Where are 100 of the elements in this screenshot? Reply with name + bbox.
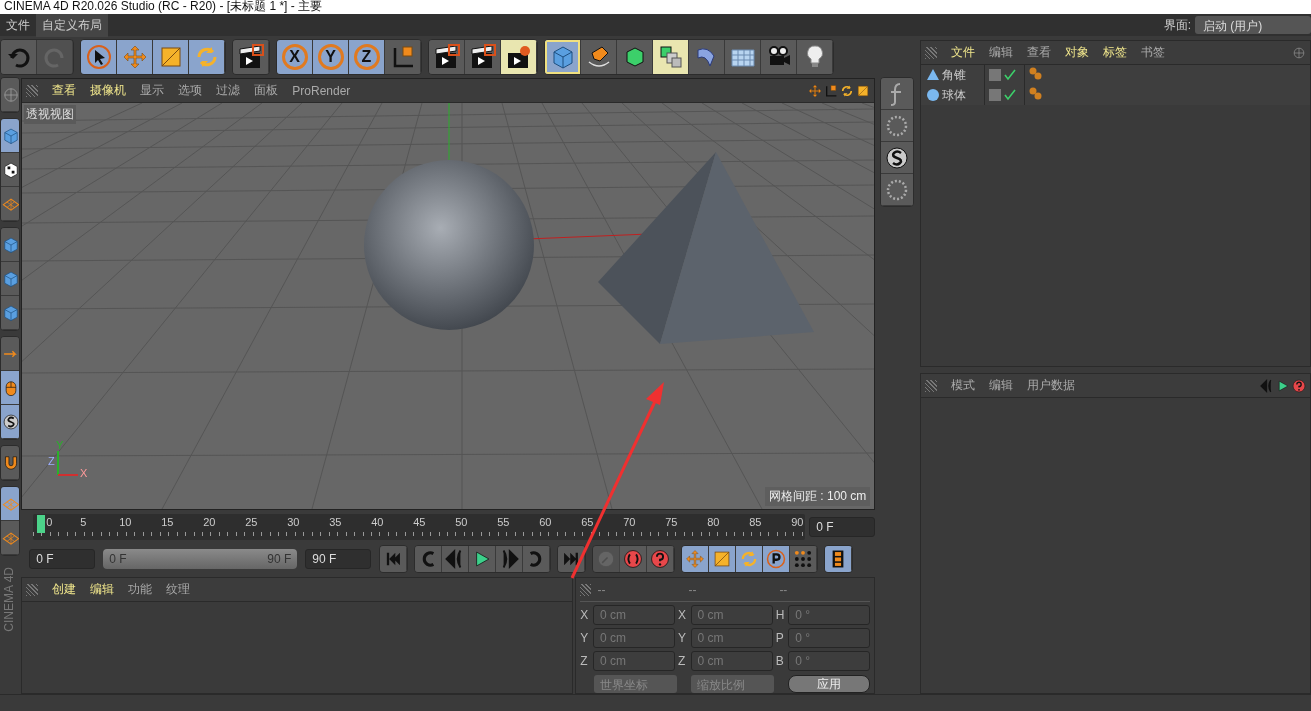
tag-icon[interactable] xyxy=(1029,86,1043,101)
menu-item[interactable]: 用户数据 xyxy=(1021,377,1081,394)
menu-item[interactable]: 标签 xyxy=(1097,44,1133,61)
tool-button[interactable] xyxy=(233,39,269,74)
tool-button[interactable] xyxy=(761,39,797,74)
menu-item[interactable]: 创建 xyxy=(46,581,83,598)
tool-button[interactable] xyxy=(385,39,421,74)
panel-grip-icon[interactable] xyxy=(26,84,39,97)
frame-number: 15 xyxy=(161,516,174,528)
tool-button[interactable] xyxy=(153,39,189,74)
tool-button[interactable] xyxy=(1,153,19,187)
menu-item[interactable]: 摄像机 xyxy=(84,82,133,99)
cube-stack-icon xyxy=(657,43,684,70)
tool-button[interactable] xyxy=(880,142,913,174)
menu-item[interactable]: 面板 xyxy=(248,82,285,99)
tool-button[interactable]: X xyxy=(277,39,313,74)
panel-grip-icon[interactable] xyxy=(925,379,937,392)
frame-number: 55 xyxy=(497,516,510,528)
menu-item[interactable]: 选项 xyxy=(172,82,209,99)
axis-label: Z xyxy=(580,654,589,668)
tool-button[interactable] xyxy=(880,110,913,142)
dot-grid-icon xyxy=(793,549,814,569)
tool-button[interactable] xyxy=(880,78,913,110)
tool-button[interactable] xyxy=(189,39,225,74)
tool-button[interactable] xyxy=(689,39,725,74)
tool-button[interactable] xyxy=(429,39,465,74)
tool-button[interactable] xyxy=(81,39,117,74)
current-frame-field[interactable]: 0 F xyxy=(809,517,876,537)
frame-number: 5 xyxy=(80,516,87,528)
menu-item[interactable]: 模式 xyxy=(945,377,981,394)
tool-button[interactable] xyxy=(880,174,913,206)
clapperboard-icon xyxy=(433,43,460,70)
layout-dropdown[interactable]: 启动 (用户) xyxy=(1195,16,1311,34)
frame-number: 10 xyxy=(119,516,132,528)
axis-label: Y xyxy=(678,631,687,645)
start-frame-field[interactable]: 0 F xyxy=(29,549,96,569)
menu-item[interactable]: 文件 xyxy=(945,44,981,61)
view-label: 透视视图 xyxy=(24,105,77,124)
scale-icon[interactable] xyxy=(856,83,871,98)
object-row[interactable]: 球体 xyxy=(921,85,1310,105)
frame-number: 30 xyxy=(287,516,300,528)
grid-spacing-label: 网格间距 : 100 cm xyxy=(764,487,871,506)
timeline-ruler[interactable]: 0 5 10 15 20 25 30 35 40 45 50 55 60 65 70 75 80 85 90 xyxy=(33,514,806,540)
object-row[interactable]: 角锥 xyxy=(921,65,1310,85)
checkmark-icon[interactable] xyxy=(1004,69,1016,81)
playhead-marker[interactable] xyxy=(37,515,46,533)
rotate-icon[interactable] xyxy=(840,83,855,98)
axes-icon[interactable] xyxy=(824,83,839,98)
menu-item[interactable]: 编辑 xyxy=(84,581,121,598)
tool-button[interactable] xyxy=(617,39,653,74)
axis-label: X xyxy=(580,608,590,622)
menu-item[interactable]: 编辑 xyxy=(983,44,1019,61)
menu-item[interactable]: 文件 xyxy=(0,13,36,37)
move-icon[interactable] xyxy=(808,83,823,98)
menu-item[interactable]: 书签 xyxy=(1135,44,1171,61)
tool-button[interactable] xyxy=(501,39,537,74)
checkmark-icon[interactable] xyxy=(1004,89,1016,101)
frame-number: 0 xyxy=(46,516,53,528)
menu-item[interactable]: ProRender xyxy=(286,83,357,98)
menu-item[interactable]: 功能 xyxy=(122,581,159,598)
frame-number: 40 xyxy=(371,516,384,528)
menu-item[interactable]: 纹理 xyxy=(160,581,197,598)
tool-button[interactable] xyxy=(581,39,617,74)
tool-button[interactable] xyxy=(725,39,761,74)
menu-item[interactable]: 对象 xyxy=(1059,44,1095,61)
tool-button[interactable] xyxy=(653,39,689,74)
panel-grip-icon[interactable] xyxy=(925,46,937,59)
end-frame-field[interactable]: 90 F xyxy=(305,549,372,569)
tool-button[interactable] xyxy=(763,546,791,572)
tool-button[interactable] xyxy=(825,546,853,572)
menu-item[interactable]: 自定义布局 xyxy=(36,13,108,37)
pyramid-icon xyxy=(927,69,939,81)
tool-button[interactable] xyxy=(797,39,833,74)
tool-button[interactable] xyxy=(790,546,818,572)
y-axis-line xyxy=(448,103,450,162)
frame-number: 75 xyxy=(665,516,678,528)
panel-grip-icon[interactable] xyxy=(26,583,39,596)
tool-button[interactable] xyxy=(709,546,737,572)
tool-button[interactable] xyxy=(736,546,764,572)
tool-button[interactable] xyxy=(465,39,501,74)
tool-button[interactable]: Y xyxy=(313,39,349,74)
tool-button[interactable] xyxy=(545,39,581,74)
frame-number: 60 xyxy=(539,516,552,528)
menu-item[interactable]: 过滤 xyxy=(210,82,247,99)
axis-label: Y xyxy=(580,631,590,645)
tool-button[interactable] xyxy=(469,546,497,572)
frame-number: 85 xyxy=(749,516,762,528)
clapperboard-icon xyxy=(237,43,264,70)
tool-button[interactable] xyxy=(1,405,19,439)
axis-label: X xyxy=(678,608,687,622)
frame-range-slider[interactable]: 0 F 90 F xyxy=(103,549,298,569)
tool-button[interactable]: Z xyxy=(349,39,385,74)
frame-number: 70 xyxy=(623,516,636,528)
object-name: 球体 xyxy=(942,86,966,104)
menu-item[interactable]: 查看 xyxy=(1021,44,1057,61)
clapperboard-icon xyxy=(469,43,496,70)
tag-icon[interactable] xyxy=(1029,66,1043,81)
menu-item[interactable]: 查看 xyxy=(46,82,83,99)
menu-item[interactable]: 显示 xyxy=(134,82,171,99)
menu-item[interactable]: 编辑 xyxy=(983,377,1019,394)
